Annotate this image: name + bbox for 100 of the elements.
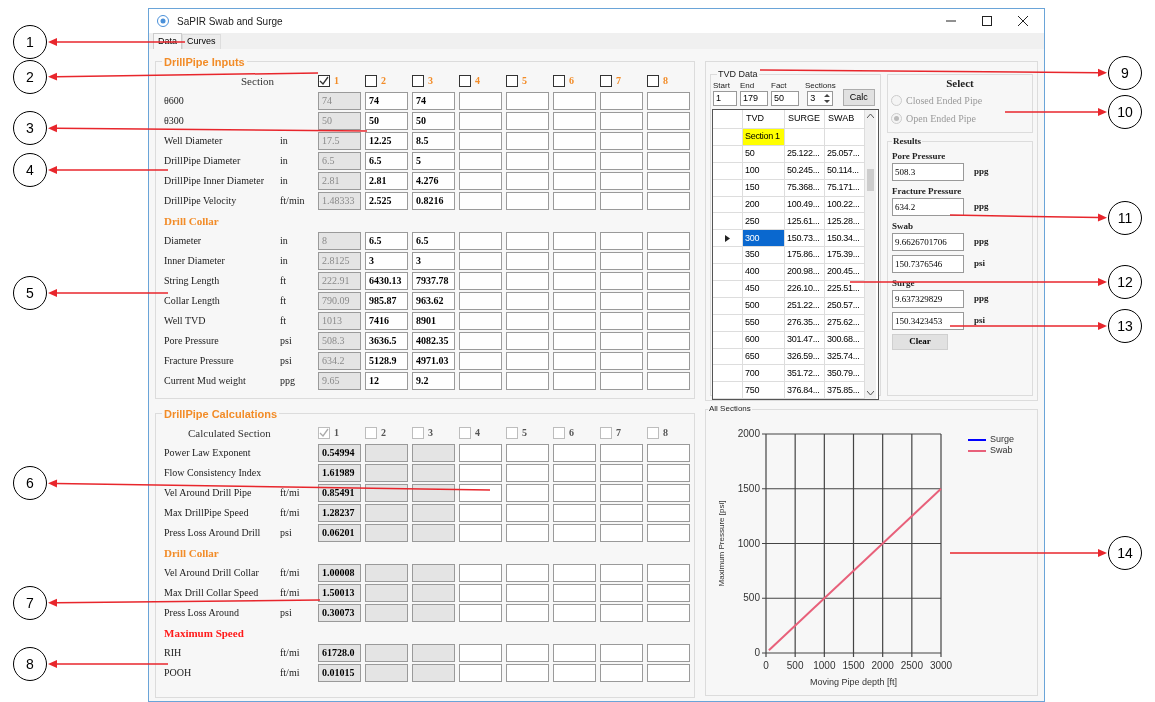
checkbox[interactable] <box>412 75 424 87</box>
input-field[interactable] <box>506 112 549 130</box>
input-field[interactable] <box>647 332 690 350</box>
input-field[interactable] <box>600 132 643 150</box>
input-field[interactable] <box>506 352 549 370</box>
input-field[interactable] <box>600 584 643 602</box>
checkbox[interactable] <box>647 75 659 87</box>
input-field[interactable] <box>553 172 596 190</box>
input-field[interactable] <box>600 312 643 330</box>
input-field[interactable] <box>506 312 549 330</box>
spinner-arrows-icon[interactable] <box>824 92 831 105</box>
input-field[interactable] <box>600 292 643 310</box>
input-field[interactable] <box>647 644 690 662</box>
input-field[interactable] <box>553 92 596 110</box>
input-field[interactable] <box>553 504 596 522</box>
input-field[interactable] <box>647 172 690 190</box>
checkbox[interactable] <box>553 427 565 439</box>
result-field[interactable]: 508.3 <box>892 162 964 181</box>
scrollbar[interactable] <box>865 110 876 400</box>
input-field[interactable] <box>459 352 502 370</box>
input-field[interactable] <box>459 524 502 542</box>
input-field[interactable] <box>506 484 549 502</box>
column-header[interactable]: SURGE <box>785 110 825 128</box>
scroll-thumb[interactable] <box>867 168 874 191</box>
input-field[interactable] <box>647 444 690 462</box>
input-field[interactable] <box>506 664 549 682</box>
input-field[interactable] <box>459 272 502 290</box>
input-field[interactable] <box>647 152 690 170</box>
input-field[interactable] <box>647 564 690 582</box>
input-field[interactable] <box>553 132 596 150</box>
input-field[interactable] <box>459 192 502 210</box>
input-field[interactable]: 179 <box>740 91 768 106</box>
input-field[interactable] <box>600 464 643 482</box>
checkbox[interactable] <box>647 427 659 439</box>
input-field[interactable]: 8901 <box>412 312 455 330</box>
input-field[interactable] <box>553 352 596 370</box>
input-field[interactable] <box>600 92 643 110</box>
input-field[interactable]: 50 <box>771 91 799 106</box>
input-field[interactable] <box>506 92 549 110</box>
input-field[interactable] <box>506 504 549 522</box>
input-field[interactable] <box>647 464 690 482</box>
input-field[interactable]: 50 <box>412 112 455 130</box>
input-field[interactable] <box>553 272 596 290</box>
input-field[interactable] <box>506 464 549 482</box>
input-field[interactable] <box>647 664 690 682</box>
result-field[interactable]: 150.3423453 <box>892 311 964 330</box>
checkbox[interactable] <box>506 427 518 439</box>
checkbox[interactable] <box>459 427 471 439</box>
input-field[interactable] <box>647 292 690 310</box>
input-field[interactable]: 963.62 <box>412 292 455 310</box>
input-field[interactable] <box>459 312 502 330</box>
input-field[interactable] <box>506 564 549 582</box>
input-field[interactable]: 74 <box>412 92 455 110</box>
input-field[interactable] <box>553 464 596 482</box>
input-field[interactable] <box>647 504 690 522</box>
input-field[interactable] <box>600 444 643 462</box>
input-field[interactable]: 9.2 <box>412 372 455 390</box>
input-field[interactable] <box>600 152 643 170</box>
input-field[interactable] <box>459 252 502 270</box>
input-field[interactable] <box>459 112 502 130</box>
input-field[interactable] <box>506 444 549 462</box>
checkbox[interactable] <box>365 75 377 87</box>
input-field[interactable] <box>553 484 596 502</box>
input-field[interactable]: 4.276 <box>412 172 455 190</box>
input-field[interactable] <box>600 112 643 130</box>
input-field[interactable]: 6.5 <box>365 232 408 250</box>
input-field[interactable] <box>459 504 502 522</box>
input-field[interactable] <box>553 564 596 582</box>
input-field[interactable]: 50 <box>365 112 408 130</box>
scroll-up-icon[interactable] <box>867 113 874 118</box>
input-field[interactable] <box>506 332 549 350</box>
input-field[interactable] <box>553 664 596 682</box>
result-field[interactable]: 9.6626701706 <box>892 232 964 251</box>
input-field[interactable] <box>647 252 690 270</box>
input-field[interactable]: 2.81 <box>365 172 408 190</box>
input-field[interactable] <box>553 332 596 350</box>
input-field[interactable] <box>553 312 596 330</box>
input-field[interactable] <box>459 604 502 622</box>
input-field[interactable]: 6430.13 <box>365 272 408 290</box>
input-field[interactable] <box>459 444 502 462</box>
input-field[interactable] <box>553 192 596 210</box>
input-field[interactable] <box>459 172 502 190</box>
input-field[interactable] <box>506 584 549 602</box>
input-field[interactable]: 0.8216 <box>412 192 455 210</box>
input-field[interactable] <box>553 252 596 270</box>
input-field[interactable] <box>600 272 643 290</box>
input-field[interactable] <box>553 152 596 170</box>
checkbox[interactable] <box>600 427 612 439</box>
input-field[interactable] <box>553 444 596 462</box>
input-field[interactable] <box>647 352 690 370</box>
input-field[interactable] <box>600 604 643 622</box>
input-field[interactable]: 5128.9 <box>365 352 408 370</box>
checkbox[interactable] <box>506 75 518 87</box>
input-field[interactable] <box>553 232 596 250</box>
input-field[interactable] <box>647 524 690 542</box>
input-field[interactable] <box>600 664 643 682</box>
input-field[interactable]: 6.5 <box>365 152 408 170</box>
input-field[interactable] <box>506 252 549 270</box>
input-field[interactable]: 2.525 <box>365 192 408 210</box>
input-field[interactable] <box>506 172 549 190</box>
